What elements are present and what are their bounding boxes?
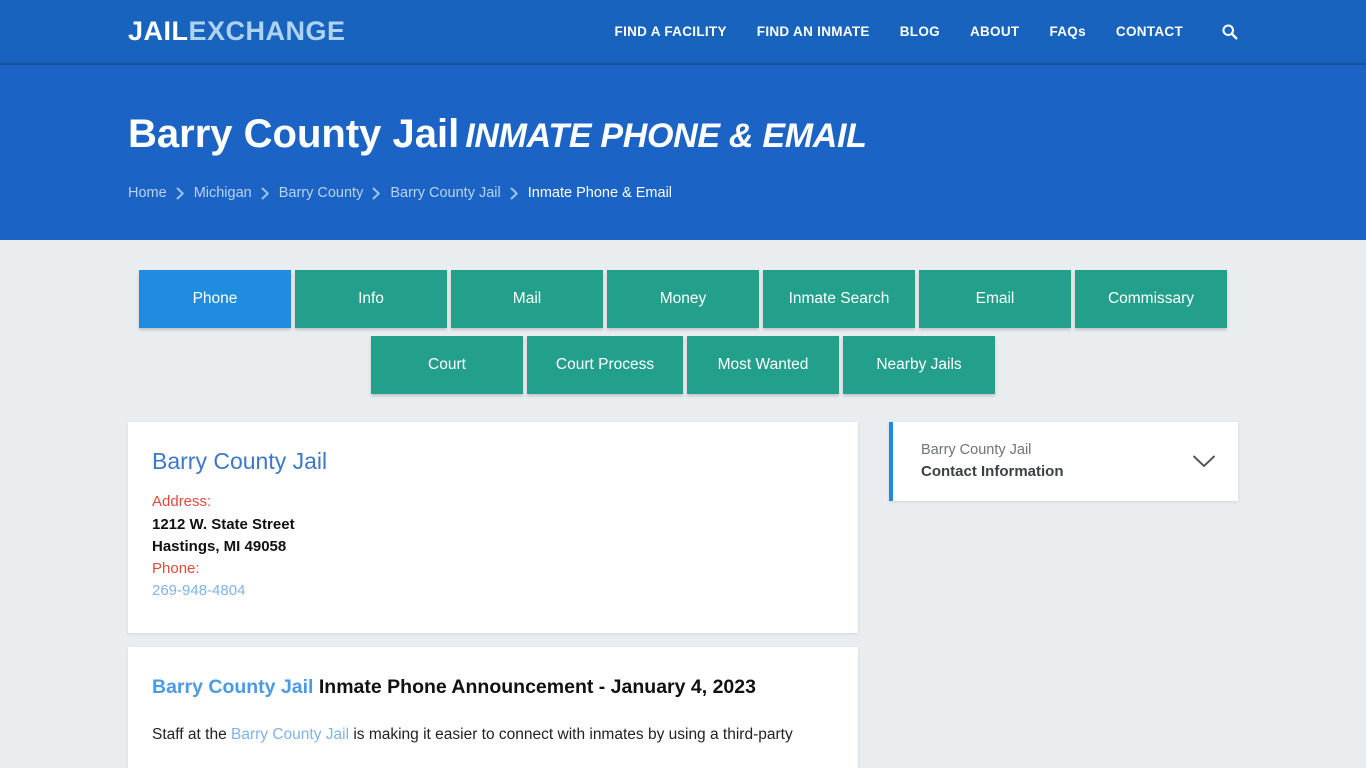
- facility-info-card: Barry County Jail Address: 1212 W. State…: [128, 422, 858, 633]
- top-navigation-bar: JAILEXCHANGE FIND A FACILITY FIND AN INM…: [0, 0, 1366, 65]
- chevron-down-icon[interactable]: [1192, 454, 1216, 469]
- breadcrumb-item-michigan[interactable]: Michigan: [194, 185, 252, 201]
- tab-court-process[interactable]: Court Process: [527, 336, 683, 394]
- primary-nav-links: FIND A FACILITY FIND AN INMATE BLOG ABOU…: [615, 23, 1238, 40]
- tab-inmate-search[interactable]: Inmate Search: [763, 270, 915, 328]
- announcement-body-facility-link[interactable]: Barry County Jail: [231, 726, 349, 743]
- accordion-title: Contact Information: [921, 463, 1064, 481]
- announcement-body-post: is making it easier to connect with inma…: [349, 726, 793, 744]
- tab-mail[interactable]: Mail: [451, 270, 603, 328]
- address-label: Address:: [152, 493, 212, 510]
- address-line-2: Hastings, MI 49058: [152, 537, 287, 555]
- tab-phone[interactable]: Phone: [139, 270, 291, 328]
- tab-court[interactable]: Court: [371, 336, 523, 394]
- nav-link-blog[interactable]: BLOG: [900, 24, 940, 39]
- nav-link-contact[interactable]: CONTACT: [1116, 24, 1183, 39]
- phone-number-link[interactable]: 269-948-4804: [152, 580, 245, 603]
- tab-nearby-jails[interactable]: Nearby Jails: [843, 336, 995, 394]
- search-icon[interactable]: [1221, 23, 1238, 40]
- announcement-card: Barry County Jail Inmate Phone Announcem…: [128, 646, 858, 768]
- page-title-main: Barry County Jail: [128, 112, 460, 156]
- accordion-subtitle: Barry County Jail: [921, 442, 1032, 458]
- announcement-title: Barry County Jail Inmate Phone Announcem…: [152, 675, 834, 700]
- chevron-right-icon: [261, 187, 270, 200]
- announcement-title-facility-link[interactable]: Barry County Jail: [152, 676, 313, 698]
- tab-email[interactable]: Email: [919, 270, 1071, 328]
- chevron-right-icon: [176, 187, 185, 200]
- phone-label: Phone:: [152, 559, 200, 577]
- nav-link-about[interactable]: ABOUT: [970, 24, 1020, 39]
- breadcrumb-item-home[interactable]: Home: [128, 185, 167, 201]
- contact-information-accordion[interactable]: Barry County Jail Contact Information: [889, 422, 1238, 501]
- tab-most-wanted[interactable]: Most Wanted: [687, 336, 839, 394]
- nav-link-faqs[interactable]: FAQs: [1049, 24, 1085, 39]
- announcement-title-rest: Inmate Phone Announcement - January 4, 2…: [313, 675, 756, 698]
- page-title: Barry County Jail INMATE PHONE & EMAIL: [128, 113, 1238, 155]
- breadcrumb-item-barry-county[interactable]: Barry County: [279, 185, 364, 201]
- nav-link-find-an-inmate[interactable]: FIND AN INMATE: [757, 24, 870, 39]
- site-logo[interactable]: JAILEXCHANGE: [128, 18, 346, 45]
- chevron-right-icon: [372, 187, 381, 200]
- accordion-text: Barry County Jail Contact Information: [921, 440, 1180, 483]
- main-content: Barry County Jail Address: 1212 W. State…: [0, 394, 1366, 768]
- tab-money[interactable]: Money: [607, 270, 759, 328]
- logo-text-primary: JAIL: [128, 16, 189, 46]
- facility-card-title[interactable]: Barry County Jail: [152, 448, 834, 475]
- sidebar-column: Barry County Jail Contact Information: [889, 422, 1238, 501]
- content-column: Barry County Jail Address: 1212 W. State…: [128, 422, 858, 768]
- page-title-sub: INMATE PHONE & EMAIL: [465, 117, 867, 155]
- tab-info[interactable]: Info: [295, 270, 447, 328]
- address-line-1: 1212 W. State Street: [152, 515, 295, 533]
- announcement-body-pre: Staff at the: [152, 726, 231, 744]
- facility-tabs-row-2: Court Court Process Most Wanted Nearby J…: [128, 336, 1238, 394]
- breadcrumb-item-barry-county-jail[interactable]: Barry County Jail: [390, 185, 500, 201]
- breadcrumb-item-current: Inmate Phone & Email: [527, 185, 673, 201]
- facility-tabs-row-1: Phone Info Mail Money Inmate Search Emai…: [128, 270, 1238, 328]
- facility-tabs: Phone Info Mail Money Inmate Search Emai…: [0, 240, 1366, 394]
- logo-text-secondary: EXCHANGE: [188, 16, 346, 46]
- announcement-body: Staff at the Barry County Jail is making…: [152, 723, 834, 747]
- nav-link-find-a-facility[interactable]: FIND A FACILITY: [615, 24, 727, 39]
- breadcrumb: Home Michigan Barry County Barry County …: [128, 185, 1238, 201]
- page-hero: Barry County Jail INMATE PHONE & EMAIL Ho…: [0, 65, 1366, 240]
- tab-commissary[interactable]: Commissary: [1075, 270, 1227, 328]
- chevron-right-icon: [510, 187, 519, 200]
